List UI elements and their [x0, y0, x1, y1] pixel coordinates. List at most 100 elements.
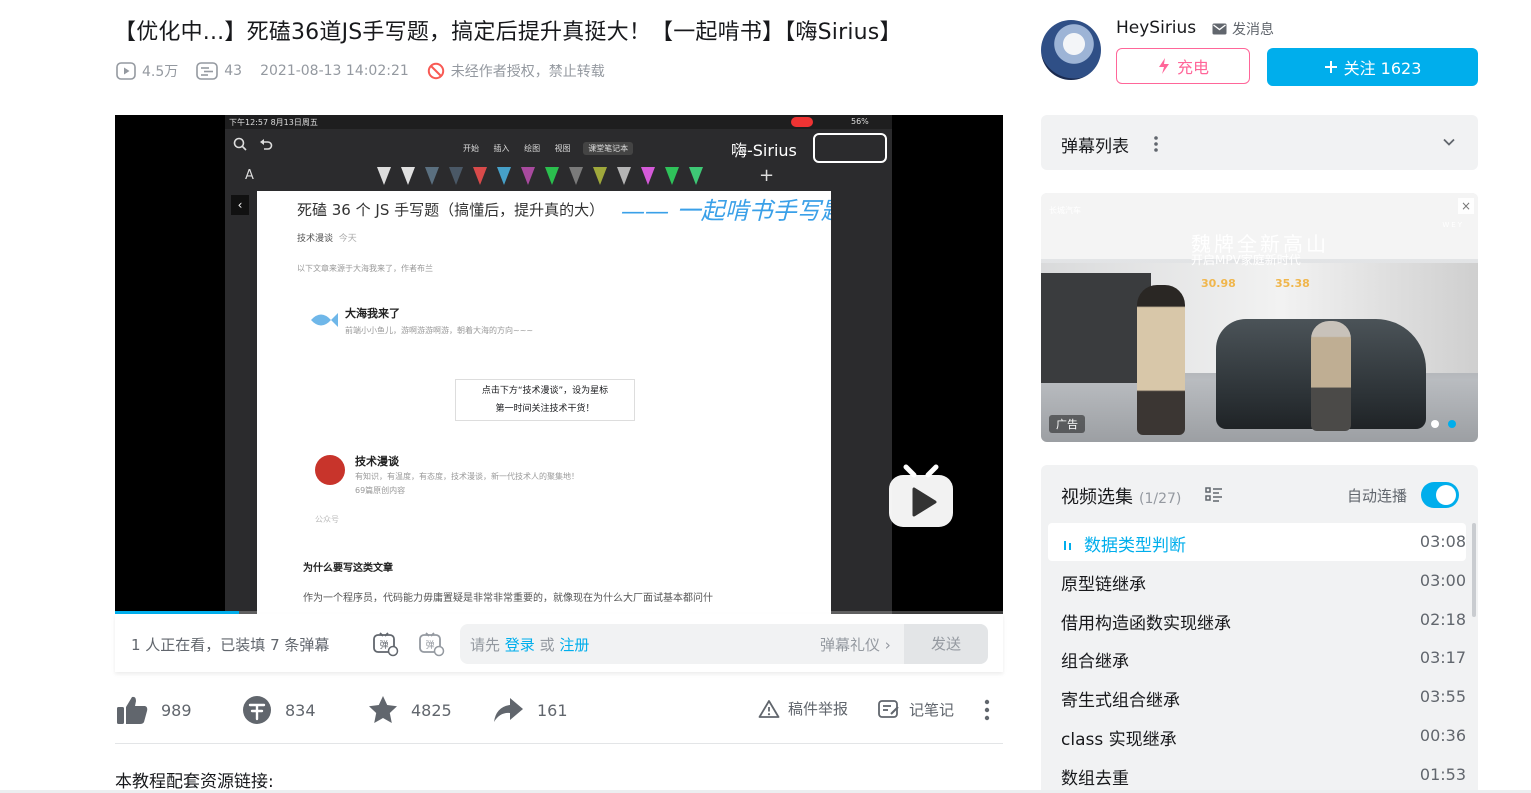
notes-button[interactable]: 记笔记	[877, 698, 954, 720]
ad-price: 35.38	[1275, 277, 1310, 290]
episode-title: 数组去重	[1061, 768, 1129, 789]
pen-swatch[interactable]	[377, 167, 391, 185]
video-title: 【优化中...】死磕36道JS手写题，搞定后提升真挺大！【一起啃书】【嗨Siri…	[114, 20, 902, 45]
pen-swatch[interactable]	[401, 167, 415, 185]
episode-item[interactable]: 组合继承 03:17	[1048, 639, 1466, 677]
pen-swatch[interactable]	[641, 167, 655, 185]
pen-toolbar: A +	[225, 163, 892, 191]
watermark-text: 嗨-Sirius	[731, 141, 797, 160]
tech-talk-logo	[315, 455, 345, 485]
report-button[interactable]: 稿件举报	[758, 698, 848, 719]
episode-duration: 03:08	[1419, 532, 1466, 551]
copyright-notice: 未经作者授权，禁止转载	[427, 61, 605, 81]
scrollbar[interactable]	[1472, 523, 1476, 617]
viewer-count: 1 人正在看，已装填 7 条弹幕	[131, 636, 330, 654]
ad-person-image	[1137, 285, 1185, 435]
danmaku-list-panel[interactable]: 弹幕列表	[1041, 115, 1478, 170]
favorite-button[interactable]: 4825	[367, 694, 452, 726]
danmaku-toggle-icon[interactable]: 弹	[371, 630, 399, 658]
pen-swatch[interactable]	[425, 167, 439, 185]
thumbs-up-icon	[117, 696, 148, 724]
carousel-dot[interactable]	[1448, 420, 1456, 428]
danmaku-input[interactable]: 请先 登录 或 注册 弹幕礼仪 › 发送	[460, 624, 988, 664]
pen-swatch[interactable]	[593, 167, 607, 185]
send-message-link[interactable]: 发消息	[1212, 19, 1274, 39]
pubdate: 2021-08-13 14:02:21	[260, 63, 409, 79]
search-icon	[233, 137, 247, 151]
episode-title: 组合继承	[1061, 652, 1129, 673]
ad-price: 30.98	[1201, 277, 1236, 290]
forbidden-icon	[427, 62, 444, 80]
autoplay-toggle[interactable]	[1421, 482, 1459, 508]
episode-item[interactable]: 寄生式组合继承 03:55	[1048, 678, 1466, 716]
carousel-dot[interactable]	[1431, 420, 1439, 428]
close-icon[interactable]: ×	[1458, 198, 1474, 214]
doc-title: 死磕 36 个 JS 手写题（搞懂后，提升真的大）	[297, 201, 605, 219]
video-frame: 下午12:57 8月13日周五 56% 开始 插入 绘图 视图 课堂笔记本 嗨-…	[225, 115, 892, 614]
pen-swatch[interactable]	[521, 167, 535, 185]
autoplay-label: 自动连播	[1347, 487, 1408, 505]
uploader-name[interactable]: HeySirius	[1116, 18, 1196, 38]
episode-title: 寄生式组合继承	[1061, 691, 1180, 712]
coin-button[interactable]: 834	[241, 694, 316, 726]
playing-indicator-icon	[1063, 536, 1075, 555]
more-vertical-icon[interactable]	[1153, 134, 1159, 154]
ad-banner[interactable]: 长城汽车 魏牌全新高山 开启MPV家庭新时代 30.98 35.38 WEY ×…	[1041, 193, 1478, 442]
ipad-status-bar: 下午12:57 8月13日周五 56%	[225, 115, 892, 129]
danmaku-placeholder: 请先 登录 或 注册	[470, 636, 590, 654]
play-button-icon[interactable]	[886, 461, 956, 531]
like-button[interactable]: 989	[115, 694, 192, 726]
pen-swatch[interactable]	[497, 167, 511, 185]
action-bar: 989 834 4825 161 稿件举报 记笔记	[115, 690, 1003, 732]
danmaku-settings-icon[interactable]: 弹	[417, 630, 445, 658]
pen-swatch[interactable]	[617, 167, 631, 185]
share-arrow-icon	[494, 698, 523, 722]
pen-swatch[interactable]	[473, 167, 487, 185]
video-meta: 4.5万 43 2021-08-13 14:02:21 未经作者授权，禁止转载	[116, 60, 623, 82]
episode-duration: 03:17	[1419, 648, 1466, 668]
pen-swatch[interactable]	[545, 167, 559, 185]
chevron-down-icon[interactable]	[1442, 135, 1456, 149]
episode-item[interactable]: 数组去重 01:53	[1048, 756, 1466, 793]
pen-swatch[interactable]	[449, 167, 463, 185]
send-button[interactable]: 发送	[904, 624, 988, 664]
playlist-title: 视频选集 (1/27)	[1061, 487, 1182, 508]
charge-button[interactable]: 充电	[1116, 48, 1250, 84]
register-link[interactable]: 注册	[559, 636, 589, 654]
ad-person-image	[1311, 321, 1351, 431]
pen-swatch[interactable]	[569, 167, 583, 185]
undo-icon	[260, 139, 273, 150]
playlist-panel: 视频选集 (1/27) 自动连播 数据类型判断 03:08 原型链继承 03:00 借用…	[1041, 465, 1478, 793]
login-link[interactable]: 登录	[505, 636, 535, 654]
episode-item[interactable]: class 实现继承 00:36	[1048, 717, 1466, 755]
video-player[interactable]: 下午12:57 8月13日周五 56% 开始 插入 绘图 视图 课堂笔记本 嗨-…	[115, 115, 1003, 614]
episode-duration: 00:36	[1419, 726, 1466, 745]
episode-item[interactable]: 原型链继承 03:00	[1048, 562, 1466, 600]
share-button[interactable]: 161	[491, 694, 568, 726]
ad-wey-logo: WEY	[1442, 221, 1464, 229]
more-vertical-icon[interactable]	[983, 698, 991, 722]
episode-duration: 03:55	[1419, 687, 1466, 707]
coin-icon	[243, 696, 271, 724]
danmaku-list-label: 弹幕列表	[1061, 137, 1129, 157]
document-page: 死磕 36 个 JS 手写题（搞懂后，提升真的大） —— 一起啃书手写题. 技术…	[257, 191, 831, 614]
episode-title: 原型链继承	[1061, 574, 1146, 595]
list-view-icon[interactable]	[1205, 487, 1223, 503]
divider	[115, 743, 1003, 744]
envelope-icon	[1212, 23, 1227, 35]
onenote-ribbon: 开始 插入 绘图 视图 课堂笔记本 嗨-Sirius	[225, 129, 892, 163]
episode-duration: 01:53	[1419, 764, 1466, 784]
episode-item-active[interactable]: 数据类型判断 03:08	[1048, 523, 1466, 561]
danmaku-etiquette-link[interactable]: 弹幕礼仪 ›	[820, 634, 891, 655]
episode-title: 数据类型判断	[1084, 536, 1186, 556]
play-count-icon	[116, 62, 136, 80]
text-tool-icon: A	[245, 168, 254, 183]
follow-button[interactable]: 关注 1623	[1267, 48, 1478, 86]
episode-item[interactable]: 借用构造函数实现继承 02:18	[1048, 601, 1466, 639]
pen-swatch[interactable]	[689, 167, 703, 185]
danmaku-send-bar: 1 人正在看，已装填 7 条弹幕 弹 弹 请先 登录 或 注册 弹幕礼仪 › 发…	[115, 614, 1003, 672]
add-pen-icon: +	[759, 165, 775, 186]
uploader-avatar[interactable]	[1041, 20, 1101, 80]
note-icon	[878, 700, 899, 718]
pen-swatch[interactable]	[665, 167, 679, 185]
